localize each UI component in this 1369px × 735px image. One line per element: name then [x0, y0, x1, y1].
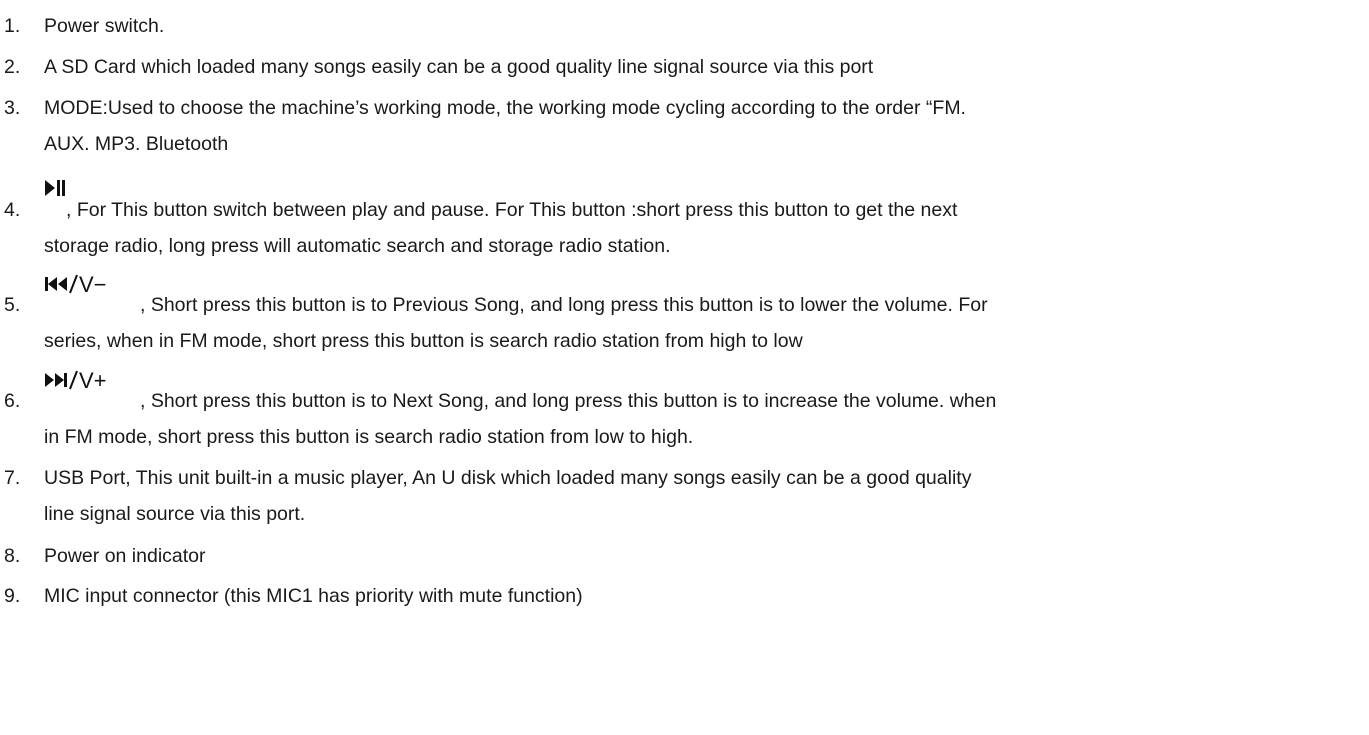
- item-text: , Short press this button is to Previous…: [140, 294, 988, 316]
- item-text-continued: AUX. MP3. Bluetooth: [44, 133, 229, 155]
- item-number: 1.: [4, 15, 21, 37]
- play-pause-icon: [44, 177, 66, 203]
- next-volume-up-icon: V+: [44, 367, 140, 393]
- item-number: 7.: [4, 467, 21, 489]
- item-text-continued: line signal source via this port.: [44, 503, 306, 525]
- item-number: 3.: [4, 97, 21, 119]
- item-number: 2.: [4, 56, 21, 78]
- item-text: MODE:Used to choose the machine’s workin…: [44, 97, 966, 119]
- previous-volume-down-icon: V−: [44, 271, 140, 297]
- item-text: , For This button switch between play an…: [66, 199, 958, 221]
- icon-label: V−: [79, 272, 107, 297]
- item-text: MIC input connector (this MIC1 has prior…: [44, 585, 583, 607]
- item-text: A SD Card which loaded many songs easily…: [44, 56, 874, 78]
- item-number: 4.: [4, 199, 21, 221]
- item-number: 8.: [4, 545, 21, 567]
- item-text-continued: series, when in FM mode, short press thi…: [44, 330, 803, 352]
- icon-label: V+: [79, 368, 107, 393]
- item-text: , Short press this button is to Next Son…: [140, 390, 997, 412]
- item-text: Power switch.: [44, 15, 165, 37]
- item-number: 6.: [4, 390, 21, 412]
- item-text: USB Port, This unit built-in a music pla…: [44, 467, 972, 489]
- item-text: Power on indicator: [44, 545, 206, 567]
- item-number: 5.: [4, 294, 21, 316]
- item-number: 9.: [4, 585, 21, 607]
- item-text-continued: storage radio, long press will automatic…: [44, 235, 671, 257]
- item-text-continued: in FM mode, short press this button is s…: [44, 426, 694, 448]
